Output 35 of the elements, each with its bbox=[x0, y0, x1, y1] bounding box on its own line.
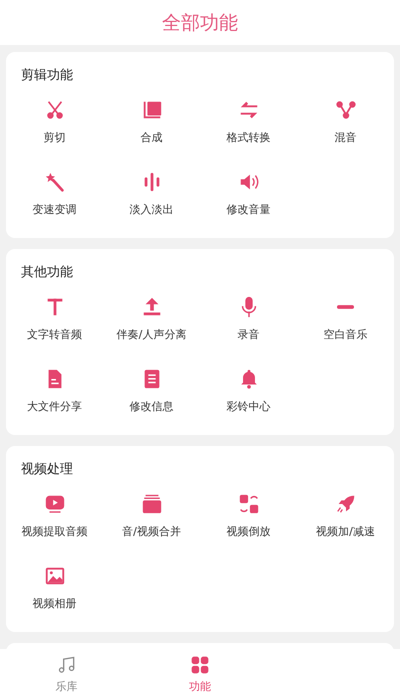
feature-item[interactable]: 录音 bbox=[200, 296, 297, 359]
feature-item[interactable]: 视频相册 bbox=[6, 565, 103, 628]
feature-item[interactable]: 视频提取音频 bbox=[6, 493, 103, 556]
stack-icon bbox=[140, 493, 162, 515]
feature-item[interactable]: 修改音量 bbox=[200, 171, 297, 234]
music-note-icon bbox=[56, 654, 77, 674]
feature-item[interactable]: 格式转换 bbox=[200, 99, 297, 162]
feature-item[interactable]: 淡入淡出 bbox=[103, 171, 200, 234]
feature-item[interactable]: 大文件分享 bbox=[6, 368, 103, 431]
grid-icon bbox=[238, 493, 260, 515]
wand-icon bbox=[44, 171, 66, 193]
feature-item[interactable]: 合成 bbox=[103, 99, 200, 162]
grid-icon bbox=[190, 654, 210, 674]
nodes-icon bbox=[334, 99, 356, 121]
feature-item[interactable]: 混音 bbox=[297, 99, 394, 162]
feature-item[interactable]: 视频倒放 bbox=[200, 493, 297, 556]
section-title: 其他功能 bbox=[20, 264, 73, 281]
section-title: 视频处理 bbox=[20, 461, 73, 478]
feature-item[interactable]: 音/视频合并 bbox=[103, 493, 200, 556]
image-icon bbox=[44, 565, 66, 587]
rocket-icon bbox=[334, 493, 356, 515]
feature-item[interactable]: 视频加/减速 bbox=[297, 493, 394, 556]
feature-item[interactable]: 空白音乐 bbox=[297, 296, 394, 359]
minus-icon bbox=[337, 305, 354, 309]
tab[interactable]: 功能 bbox=[133, 649, 267, 699]
feature-item[interactable]: 变速变调 bbox=[6, 171, 103, 234]
feature-item[interactable]: 伴奏/人声分离 bbox=[103, 296, 200, 359]
play-icon bbox=[44, 493, 66, 515]
feature-item[interactable]: 剪切 bbox=[6, 99, 103, 162]
page-title: 全部功能 bbox=[162, 10, 238, 36]
tab[interactable]: 乐库 bbox=[0, 649, 134, 699]
feature-item[interactable]: 修改信息 bbox=[103, 368, 200, 431]
feature-item[interactable]: 文字转音频 bbox=[6, 296, 103, 359]
feature-item[interactable]: 彩铃中心 bbox=[200, 368, 297, 431]
section-title: 剪辑功能 bbox=[20, 67, 73, 84]
